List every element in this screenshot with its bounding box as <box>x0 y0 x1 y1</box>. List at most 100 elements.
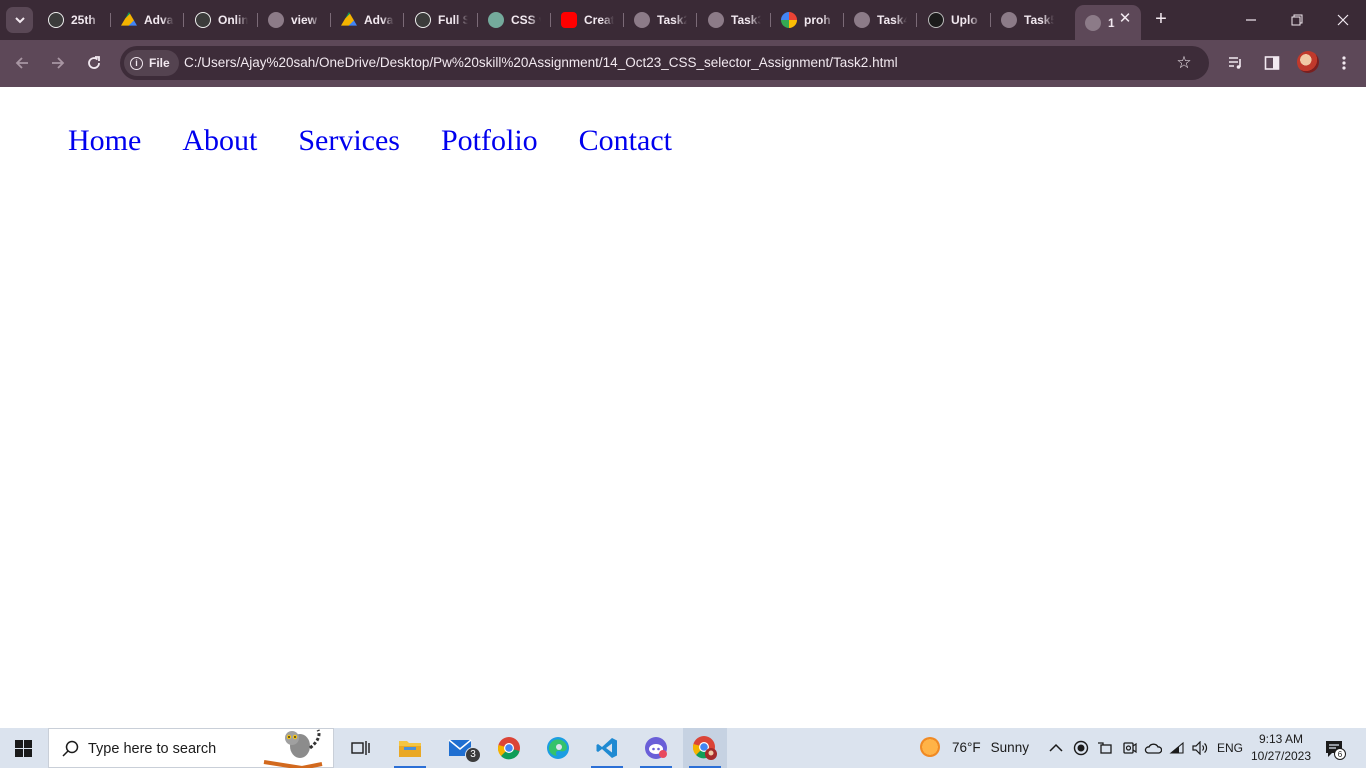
profile-avatar[interactable] <box>1297 51 1319 73</box>
usb-device-icon[interactable] <box>1096 739 1114 757</box>
weather-widget[interactable]: 76°F Sunny <box>920 737 1029 757</box>
tab-7[interactable]: CSS v <box>488 5 548 35</box>
tab-search-button[interactable] <box>6 7 33 33</box>
forward-button[interactable] <box>45 50 71 76</box>
tab-5[interactable]: Adva <box>341 5 401 35</box>
google-drive-icon <box>341 12 357 26</box>
nav-link-portfolio[interactable]: Potfolio <box>441 121 538 161</box>
youtube-icon <box>561 12 577 28</box>
side-panel-icon[interactable] <box>1261 52 1283 74</box>
bookmark-star-icon[interactable]: ☆ <box>1173 52 1195 74</box>
discord-icon <box>645 737 667 759</box>
show-hidden-icons-chevron-up-icon[interactable] <box>1047 739 1065 757</box>
address-bar[interactable]: i File C:/Users/Ajay%20sah/OneDrive/Desk… <box>120 46 1209 80</box>
search-icon <box>62 740 79 757</box>
folder-icon <box>399 741 421 757</box>
globe-icon <box>854 12 870 28</box>
page-content: Home About Services Potfolio Contact <box>0 87 1366 728</box>
tab-8[interactable]: Creat <box>561 5 621 35</box>
tab-separator <box>403 13 404 27</box>
notification-count: 6 <box>1338 750 1343 759</box>
tab-separator <box>623 13 624 27</box>
chevron-down-icon <box>14 17 25 24</box>
google-drive-icon <box>121 12 137 26</box>
tab-14[interactable]: Task5 <box>1001 5 1061 35</box>
nav-link-contact[interactable]: Contact <box>579 121 672 161</box>
chatgpt-icon <box>488 12 504 28</box>
tab-2[interactable]: Adva <box>121 5 181 35</box>
globe-icon <box>268 12 284 28</box>
taskbar-chrome-profile[interactable] <box>683 728 727 768</box>
restore-button[interactable] <box>1282 6 1312 34</box>
info-icon: i <box>130 56 143 70</box>
edge-icon <box>547 737 569 759</box>
media-controls-icon[interactable] <box>1225 52 1247 74</box>
task-view-button[interactable] <box>338 728 382 768</box>
close-window-button[interactable] <box>1328 6 1358 34</box>
tab-9[interactable]: Task2 <box>634 5 694 35</box>
language-indicator[interactable]: ENG <box>1216 739 1244 757</box>
globe-icon <box>634 12 650 28</box>
lemur-search-highlight-icon <box>263 729 323 768</box>
onedrive-cloud-icon[interactable] <box>1144 739 1162 757</box>
back-button[interactable] <box>9 50 35 76</box>
tab-separator <box>257 13 258 27</box>
notification-center-icon[interactable]: 6 <box>1324 738 1346 760</box>
wifi-icon[interactable] <box>1168 739 1186 757</box>
reload-icon <box>88 56 100 69</box>
taskbar-discord[interactable] <box>634 728 678 768</box>
close-tab-icon[interactable]: ✕ <box>1117 11 1133 27</box>
tab-strip: 25th Adva Onlin view Adva Full S CSS v Creat Tas… <box>0 0 1366 40</box>
globe-icon <box>708 12 724 28</box>
tab-1[interactable]: 25th <box>48 5 108 35</box>
tab-separator <box>770 13 771 27</box>
tab-11[interactable]: proh <box>781 5 841 35</box>
tab-separator <box>696 13 697 27</box>
windows-start-icon[interactable] <box>15 740 32 757</box>
tab-13[interactable]: Uplo <box>928 5 988 35</box>
tab-3[interactable]: Onlin <box>195 5 255 35</box>
site-navigation: Home About Services Potfolio Contact <box>68 121 713 161</box>
tab-separator <box>183 13 184 27</box>
globe-icon <box>1001 12 1017 28</box>
tab-separator <box>110 13 111 27</box>
task-view-icon <box>351 741 370 755</box>
volume-icon[interactable] <box>1191 739 1209 757</box>
taskbar-vscode[interactable] <box>585 728 629 768</box>
browser-toolbar: i File C:/Users/Ajay%20sah/OneDrive/Desk… <box>0 40 1366 87</box>
vscode-icon <box>596 738 617 758</box>
url-text[interactable]: C:/Users/Ajay%20sah/OneDrive/Desktop/Pw%… <box>184 55 898 70</box>
globe-icon <box>1085 14 1101 31</box>
more-menu-icon[interactable] <box>1333 52 1355 74</box>
google-icon <box>781 12 797 28</box>
chrome-profile-icon <box>692 736 717 760</box>
new-tab-button[interactable]: + <box>1150 8 1172 30</box>
record-icon[interactable] <box>1072 739 1090 757</box>
tab-6[interactable]: Full S <box>415 5 475 35</box>
tab-12[interactable]: Task4 <box>854 5 914 35</box>
taskbar-file-explorer[interactable] <box>388 728 432 768</box>
tab-4[interactable]: view <box>268 5 328 35</box>
minimize-button[interactable] <box>1236 6 1266 34</box>
wordpress-icon <box>195 12 211 28</box>
arrow-left-icon <box>15 57 28 69</box>
mail-unread-badge: 3 <box>465 747 481 763</box>
tab-10[interactable]: Task3 <box>708 5 768 35</box>
chrome-icon <box>497 737 520 760</box>
sun-icon <box>920 737 940 757</box>
system-clock[interactable]: 9:13 AM 10/27/2023 <box>1246 731 1316 765</box>
meet-now-icon[interactable] <box>1120 739 1138 757</box>
tab-separator <box>843 13 844 27</box>
nav-link-about[interactable]: About <box>182 121 257 161</box>
reload-button[interactable] <box>81 50 107 76</box>
nav-link-home[interactable]: Home <box>68 121 141 161</box>
arrow-right-icon <box>52 57 65 69</box>
nav-link-services[interactable]: Services <box>298 121 400 161</box>
tab-separator <box>916 13 917 27</box>
site-info-chip[interactable]: i File <box>124 50 179 76</box>
taskbar-chrome[interactable] <box>487 728 531 768</box>
taskbar-edge[interactable] <box>536 728 580 768</box>
tab-separator <box>477 13 478 27</box>
tab-separator <box>990 13 991 27</box>
tab-separator <box>550 13 551 27</box>
